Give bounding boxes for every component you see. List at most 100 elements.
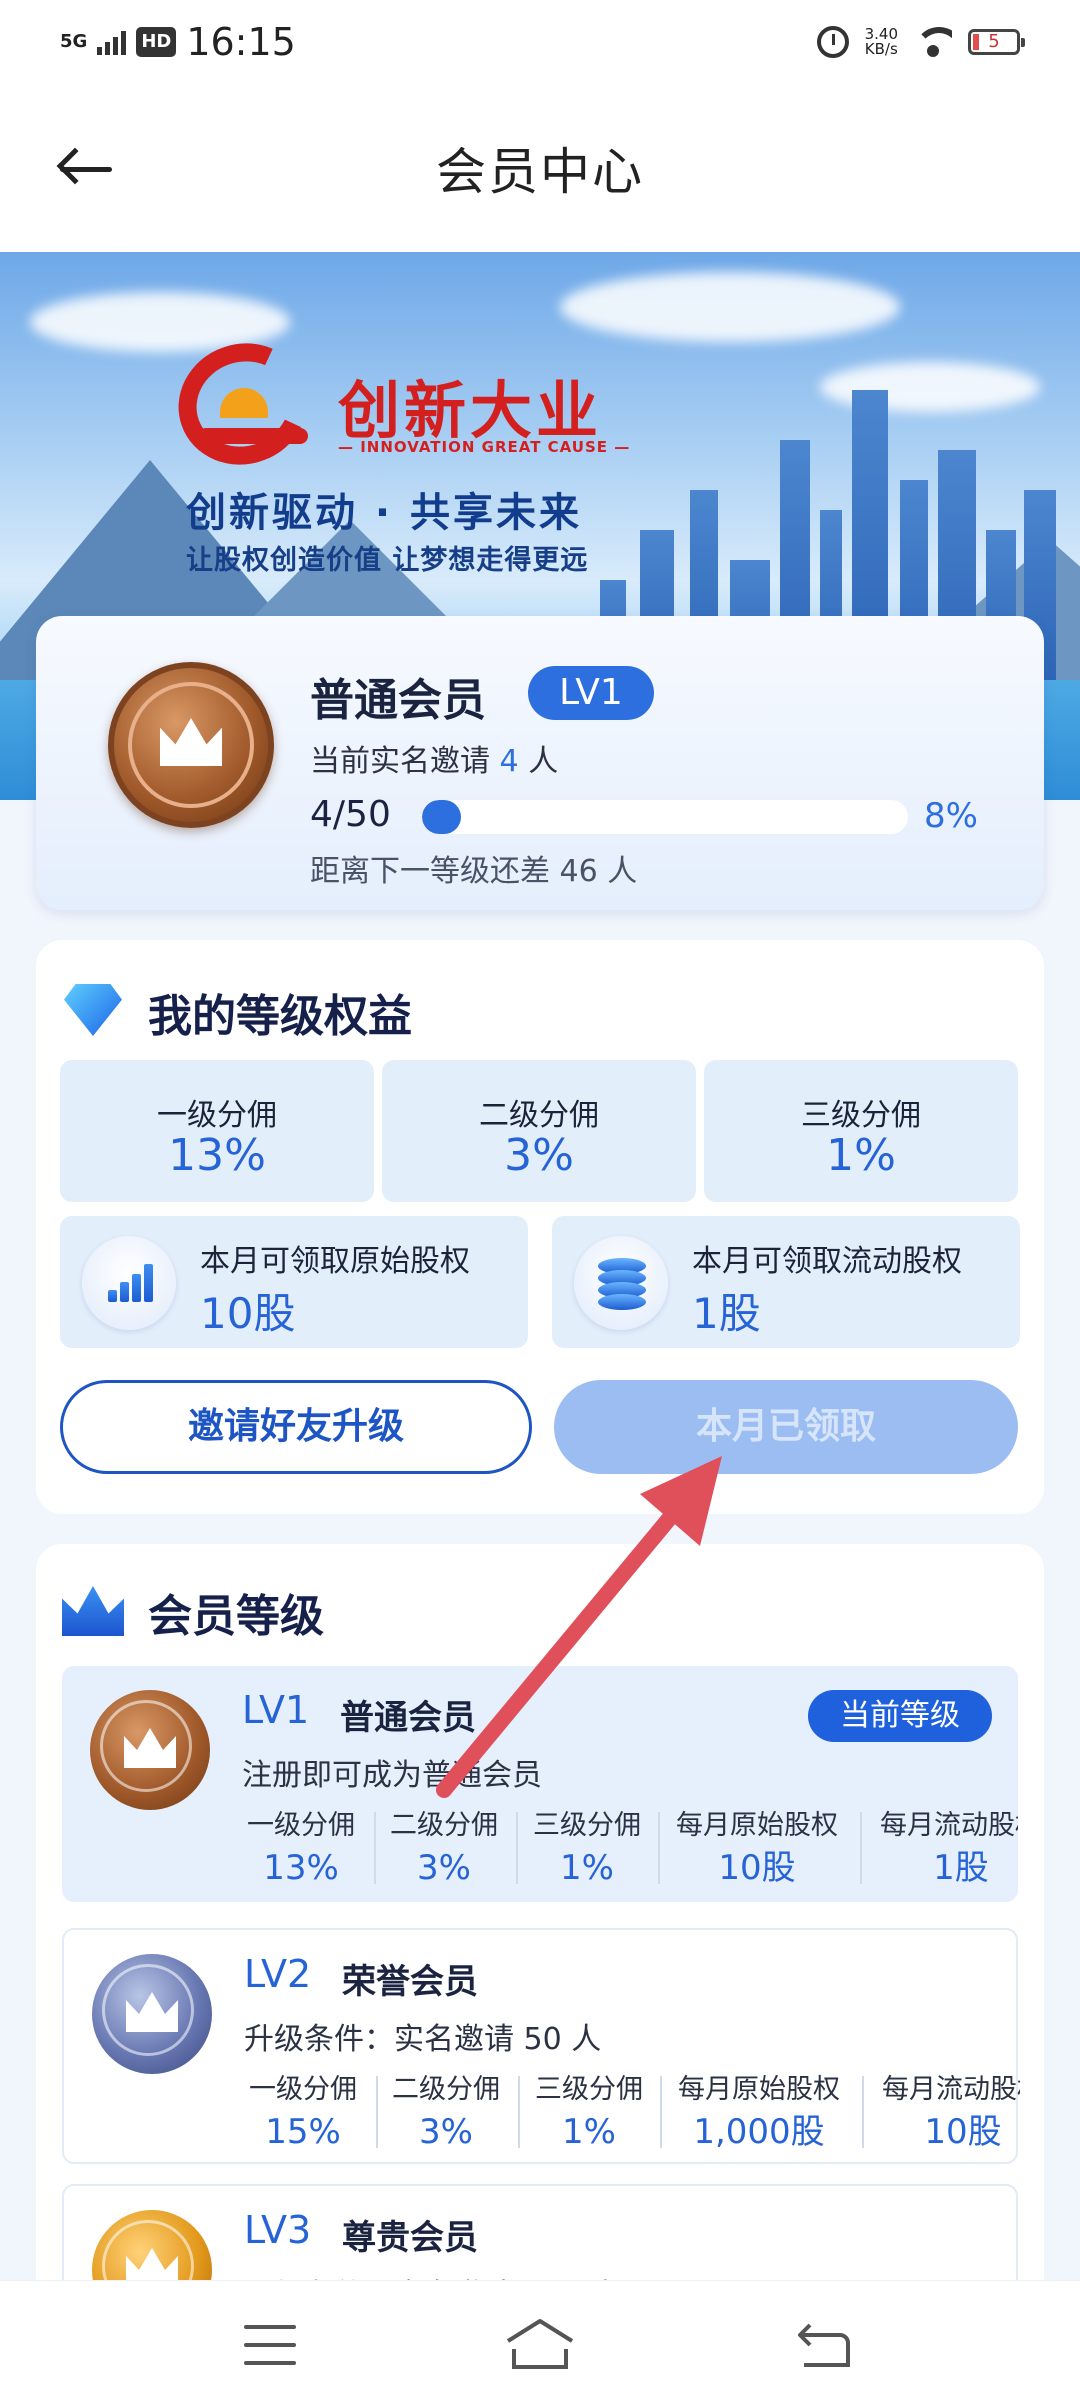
progress-bar: [422, 800, 908, 834]
stat-original-equity: 每月原始股权 10股: [664, 1806, 850, 1890]
invite-count: 4: [499, 744, 519, 779]
level-card-lv2[interactable]: LV2 荣誉会员 升级条件：实名邀请 50 人 一级分佣 15% 二级分佣 3% 三…: [62, 1928, 1020, 2164]
divider: [660, 2076, 662, 2148]
divider: [374, 1812, 376, 1884]
hd-icon: HD: [136, 27, 177, 57]
level-card-lv1[interactable]: LV1 普通会员 当前等级 注册即可成为普通会员 一级分佣 13% 二级分佣 3% …: [62, 1666, 1018, 1902]
stat-value: 3%: [419, 2112, 473, 2152]
commission-value: 13%: [168, 1130, 266, 1181]
stat-value: 1%: [562, 2112, 616, 2152]
network-type: 5G: [60, 31, 88, 52]
stat-value: 15%: [265, 2112, 341, 2152]
network-speed: 3.40 KB/s: [865, 27, 898, 57]
commission-level3-box: 三级分佣 1%: [704, 1060, 1018, 1202]
benefits-section: 我的等级权益 一级分佣 13% 二级分佣 3% 三级分佣 1% 本月可领取原始股…: [36, 940, 1044, 1514]
alarm-icon: [816, 26, 849, 58]
levels-title: 会员等级: [148, 1591, 324, 1642]
divider: [516, 1812, 518, 1884]
system-nav-bar: [0, 2280, 1080, 2408]
divider: [862, 2076, 864, 2148]
commission-label: 二级分佣: [479, 1098, 599, 1133]
brand-name: 创新大业: [338, 374, 603, 447]
status-right: 3.40 KB/s 5: [816, 26, 1025, 58]
stat-value: 10股: [924, 2112, 1002, 2152]
next-level-gap: 距离下一等级还差 46 人: [310, 854, 638, 889]
silver-crown-badge-icon: [92, 1954, 212, 2074]
wifi-icon: [914, 27, 952, 57]
status-left: 5G HD 16:15: [60, 20, 296, 64]
back-arrow-icon[interactable]: [56, 144, 116, 194]
app-header: 会员中心: [0, 84, 1080, 252]
current-level-tag: 当前等级: [808, 1690, 992, 1742]
brand-logo-icon: [161, 325, 328, 483]
stat-liquid-equity: 每月流动股权 1股: [866, 1806, 1018, 1890]
coin-stack-icon: [574, 1236, 668, 1330]
level-stats: 一级分佣 15% 二级分佣 3% 三级分佣 1% 每月原始股权 1,000股 每月流动股…: [240, 2070, 1020, 2160]
progress-fill: [422, 800, 461, 834]
commission-level2-box: 二级分佣 3%: [382, 1060, 696, 1202]
battery-icon: 5: [968, 29, 1025, 55]
stat-commission-2: 二级分佣 3%: [382, 2070, 510, 2154]
stat-label: 每月流动股权: [880, 1810, 1018, 1841]
liquid-equity-box: 本月可领取流动股权 1股: [552, 1216, 1020, 1348]
bronze-crown-badge-icon: [90, 1690, 210, 1810]
stat-label: 二级分佣: [392, 2074, 500, 2105]
banner-tagline: 让股权创造价值 让梦想走得更远: [186, 545, 589, 576]
stat-value: 10股: [718, 1848, 796, 1888]
level-name: 尊贵会员: [342, 2218, 478, 2258]
stat-label: 二级分佣: [390, 1810, 498, 1841]
stat-label: 一级分佣: [247, 1810, 355, 1841]
invite-friends-button[interactable]: 邀请好友升级: [60, 1380, 532, 1474]
level-code: LV1: [242, 1688, 310, 1732]
cloud: [560, 272, 900, 342]
progress-count: 4/50: [310, 794, 391, 835]
stat-value: 13%: [263, 1848, 339, 1888]
equity-label: 本月可领取原始股权: [200, 1244, 470, 1279]
equity-value: 10股: [200, 1289, 296, 1338]
stat-label: 三级分佣: [533, 1810, 641, 1841]
progress-percent: 8%: [924, 796, 978, 836]
level-code: LV2: [244, 1952, 312, 1996]
level-code-badge: LV1: [528, 666, 654, 720]
commission-label: 一级分佣: [157, 1098, 277, 1133]
divider: [860, 1812, 862, 1884]
status-bar: 5G HD 16:15 3.40 KB/s 5: [0, 0, 1080, 84]
crown-icon: [62, 1586, 124, 1636]
claimed-this-month-button[interactable]: 本月已领取: [554, 1380, 1018, 1474]
home-icon[interactable]: [504, 2317, 576, 2371]
stat-label: 每月原始股权: [678, 2074, 840, 2105]
stat-value: 1,000股: [693, 2112, 825, 2152]
divider: [658, 1812, 660, 1884]
original-equity-box: 本月可领取原始股权 10股: [60, 1216, 528, 1348]
stat-commission-3: 三级分佣 1%: [522, 1806, 652, 1890]
stat-commission-1: 一级分佣 15%: [240, 2070, 366, 2154]
equity-value: 1股: [692, 1289, 761, 1338]
stat-original-equity: 每月原始股权 1,000股: [666, 2070, 852, 2154]
stat-commission-2: 二级分佣 3%: [380, 1806, 508, 1890]
stat-liquid-equity: 每月流动股权 10股: [868, 2070, 1020, 2154]
equity-label: 本月可领取流动股权: [692, 1244, 962, 1279]
back-gesture-icon[interactable]: [796, 2321, 852, 2369]
bar-chart-icon: [82, 1236, 176, 1330]
bronze-crown-badge-icon: [108, 662, 274, 828]
level-name: 荣誉会员: [342, 1962, 478, 2002]
stat-label: 每月流动股权: [882, 2074, 1020, 2105]
status-time: 16:15: [186, 20, 296, 64]
invite-prefix: 当前实名邀请: [310, 744, 490, 779]
stat-commission-3: 三级分佣 1%: [524, 2070, 654, 2154]
stat-label: 一级分佣: [249, 2074, 357, 2105]
divider: [518, 2076, 520, 2148]
stat-commission-1: 一级分佣 13%: [238, 1806, 364, 1890]
commission-label: 三级分佣: [801, 1098, 921, 1133]
invite-suffix: 人: [528, 744, 559, 779]
speed-unit: KB/s: [864, 40, 898, 58]
current-level-name: 普通会员: [310, 675, 486, 726]
commission-level1-box: 一级分佣 13%: [60, 1060, 374, 1202]
menu-icon[interactable]: [244, 2325, 296, 2365]
divider: [376, 2076, 378, 2148]
benefits-title: 我的等级权益: [148, 991, 412, 1042]
stat-value: 3%: [417, 1848, 471, 1888]
commission-value: 1%: [826, 1130, 896, 1181]
level-name: 普通会员: [340, 1698, 476, 1738]
signal-icon: [97, 29, 127, 55]
